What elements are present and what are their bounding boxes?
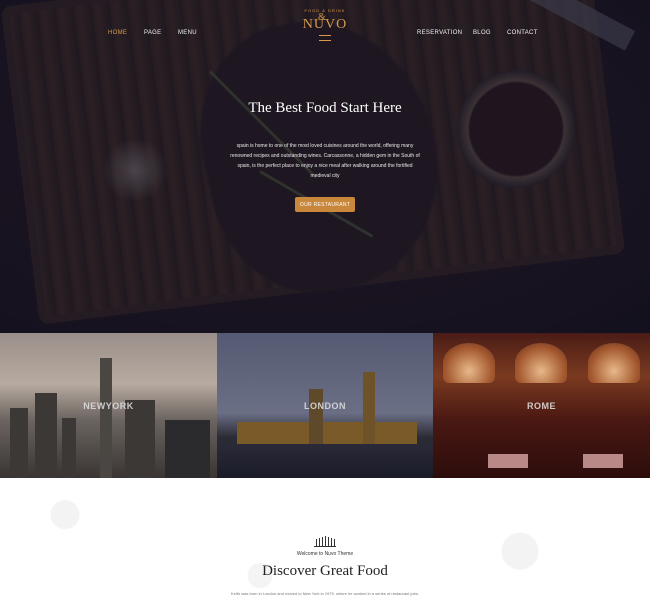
section-title: Discover Great Food bbox=[262, 563, 388, 579]
hero-description: spain is home to one of the most loved c… bbox=[230, 143, 420, 179]
parliament-shape bbox=[237, 422, 417, 444]
logo-ornament bbox=[319, 35, 331, 41]
city-card-rome[interactable]: ROME bbox=[433, 333, 650, 478]
our-restaurant-button[interactable]: OUR RESTAURANT bbox=[295, 197, 355, 212]
section-intro: Keith was born in London and moved to Ne… bbox=[231, 591, 419, 596]
nav-home[interactable]: HOME bbox=[108, 30, 127, 36]
nav-page[interactable]: PAGE bbox=[144, 30, 161, 36]
hero-section: HOME PAGE MENU RESERVATION BLOG CONTACT … bbox=[0, 0, 650, 333]
fork-emblem-icon bbox=[314, 536, 336, 547]
site-logo[interactable]: & FOOD & DRINK NUVO bbox=[295, 8, 355, 41]
city-label-london: LONDON bbox=[304, 401, 346, 411]
section-subtitle: Welcome to Nuvo Theme bbox=[296, 551, 354, 557]
city-label-newyork: NEWYORK bbox=[83, 401, 134, 411]
building-shape bbox=[10, 408, 28, 478]
nav-blog[interactable]: BLOG bbox=[473, 30, 491, 36]
logo-ampersand-mark: & bbox=[318, 12, 326, 23]
hero-title: The Best Food Start Here bbox=[248, 100, 402, 116]
city-card-london[interactable]: LONDON bbox=[217, 333, 433, 478]
lamp-shape bbox=[588, 343, 640, 383]
building-shape bbox=[62, 418, 76, 478]
nav-menu[interactable]: MENU bbox=[178, 30, 197, 36]
table-shape bbox=[583, 454, 623, 468]
nav-reservation[interactable]: RESERVATION bbox=[417, 30, 462, 36]
empire-state-shape bbox=[100, 358, 112, 478]
city-label-rome: ROME bbox=[527, 401, 556, 411]
nav-contact[interactable]: CONTACT bbox=[507, 30, 538, 36]
city-card-newyork[interactable]: NEWYORK bbox=[0, 333, 217, 478]
river-shape bbox=[217, 444, 433, 478]
lamp-shape bbox=[443, 343, 495, 383]
building-shape bbox=[125, 400, 155, 478]
table-shape bbox=[488, 454, 528, 468]
tower-shape bbox=[309, 389, 323, 444]
lamp-shape bbox=[515, 343, 567, 383]
building-shape bbox=[165, 420, 210, 478]
